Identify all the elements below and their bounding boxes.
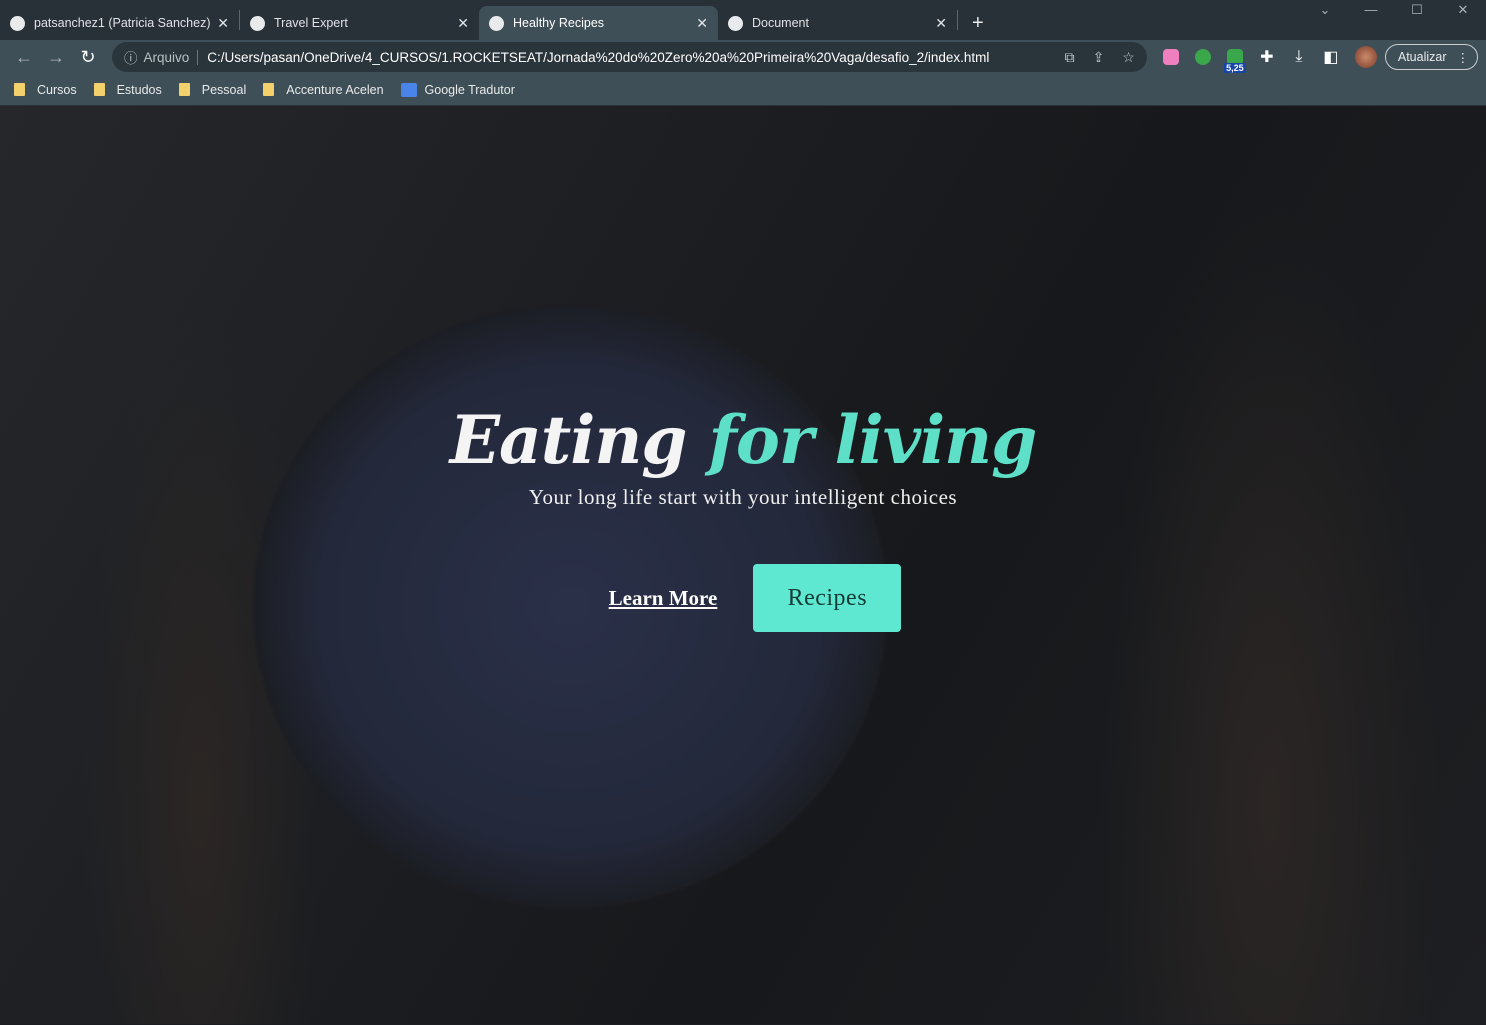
bookmark-accenture[interactable]: Accenture Acelen xyxy=(263,82,384,97)
security-label: Arquivo xyxy=(144,49,199,65)
hero-title: Eating for living xyxy=(0,401,1486,479)
learn-more-link[interactable]: Learn More xyxy=(609,586,718,611)
extensions-puzzle-icon[interactable]: ✚ xyxy=(1251,47,1283,67)
folder-icon xyxy=(14,83,25,96)
menu-dots-icon[interactable]: ⋮ xyxy=(1457,50,1470,65)
extension-badge: 5,25 xyxy=(1224,63,1246,73)
bookmark-label: Accenture Acelen xyxy=(286,82,384,97)
recipes-button[interactable]: Recipes xyxy=(753,564,902,632)
tab-label: patsanchez1 (Patricia Sanchez) xyxy=(34,16,211,30)
update-label: Atualizar xyxy=(1397,50,1447,64)
bookmark-label: Estudos xyxy=(116,82,162,97)
close-tab-icon[interactable]: ✕ xyxy=(457,15,469,32)
tab-label: Travel Expert xyxy=(274,16,348,30)
tab-travel-expert[interactable]: Travel Expert ✕ xyxy=(240,6,479,40)
back-button[interactable]: ← xyxy=(8,47,40,68)
folder-icon xyxy=(263,83,275,96)
close-tab-icon[interactable]: ✕ xyxy=(935,15,947,32)
star-icon[interactable]: ☆ xyxy=(1122,49,1135,66)
bookmark-cursos[interactable]: Cursos xyxy=(14,83,77,97)
title-green: for living xyxy=(708,401,1037,479)
tab-label: Document xyxy=(752,16,809,30)
extension-m-icon[interactable] xyxy=(1155,47,1187,67)
extension-dollar-icon[interactable] xyxy=(1187,47,1219,67)
bookmark-label: Cursos xyxy=(37,82,77,97)
bookmark-pessoal[interactable]: Pessoal xyxy=(178,82,247,97)
reload-button[interactable]: ↻ xyxy=(72,47,104,68)
title-white: Eating xyxy=(449,401,688,479)
tab-strip: patsanchez1 (Patricia Sanchez) ✕ Travel E… xyxy=(0,0,1486,40)
tab-document[interactable]: Document ✕ xyxy=(718,6,957,40)
update-button[interactable]: Atualizar ⋮ xyxy=(1384,44,1478,70)
close-tab-icon[interactable]: ✕ xyxy=(217,15,229,32)
tab-label: Healthy Recipes xyxy=(513,16,605,30)
address-bar[interactable]: ⓘ Arquivo C:/Users/pasan/OneDrive/4_CURS… xyxy=(112,42,1147,72)
tab-search-icon[interactable]: ⌄ xyxy=(1302,0,1348,20)
browser-toolbar: ← → ↻ ⓘ Arquivo C:/Users/pasan/OneDrive/… xyxy=(0,40,1486,74)
extension-counter-icon[interactable]: 5,25 xyxy=(1219,47,1251,73)
folder-icon xyxy=(93,83,105,96)
bookmark-label: Pessoal xyxy=(201,82,247,97)
google-translate-icon xyxy=(400,82,417,97)
hero-content: Eating for living Your long life start w… xyxy=(0,401,1486,632)
profile-avatar[interactable] xyxy=(1354,46,1377,68)
maximize-button[interactable]: ☐ xyxy=(1394,0,1440,20)
bookmark-estudos[interactable]: Estudos xyxy=(93,82,162,97)
bookmark-google-tradutor[interactable]: Google Tradutor xyxy=(400,82,515,97)
share-icon[interactable]: ⇪ xyxy=(1093,49,1105,66)
globe-icon xyxy=(728,15,743,31)
translate-icon[interactable]: ⧉ xyxy=(1065,49,1075,66)
window-controls: ⌄ — ☐ ✕ xyxy=(1302,0,1486,20)
tab-healthy-recipes[interactable]: Healthy Recipes ✕ xyxy=(479,6,718,40)
minimize-button[interactable]: — xyxy=(1348,0,1394,20)
url-text[interactable]: C:/Users/pasan/OneDrive/4_CURSOS/1.ROCKE… xyxy=(207,50,1046,65)
globe-icon xyxy=(250,15,265,31)
new-tab-button[interactable]: + xyxy=(958,12,998,35)
hero-section: Eating for living Your long life start w… xyxy=(0,106,1486,1024)
close-tab-icon[interactable]: ✕ xyxy=(696,15,708,32)
globe-icon xyxy=(489,15,504,31)
tab-github[interactable]: patsanchez1 (Patricia Sanchez) ✕ xyxy=(0,6,239,40)
hero-actions: Learn More Recipes xyxy=(0,564,1486,632)
forward-button[interactable]: → xyxy=(40,47,72,68)
github-icon xyxy=(10,15,25,31)
close-window-button[interactable]: ✕ xyxy=(1440,0,1486,20)
hero-subtitle: Your long life start with your intellige… xyxy=(528,485,958,509)
folder-icon xyxy=(178,83,190,96)
side-panel-icon[interactable]: ◧ xyxy=(1315,47,1347,67)
bookmarks-bar: Cursos Estudos Pessoal Accenture Acelen … xyxy=(0,74,1486,106)
download-icon[interactable]: ⤓ xyxy=(1283,47,1315,67)
bookmark-label: Google Tradutor xyxy=(424,82,515,97)
info-icon[interactable]: ⓘ xyxy=(124,47,138,67)
